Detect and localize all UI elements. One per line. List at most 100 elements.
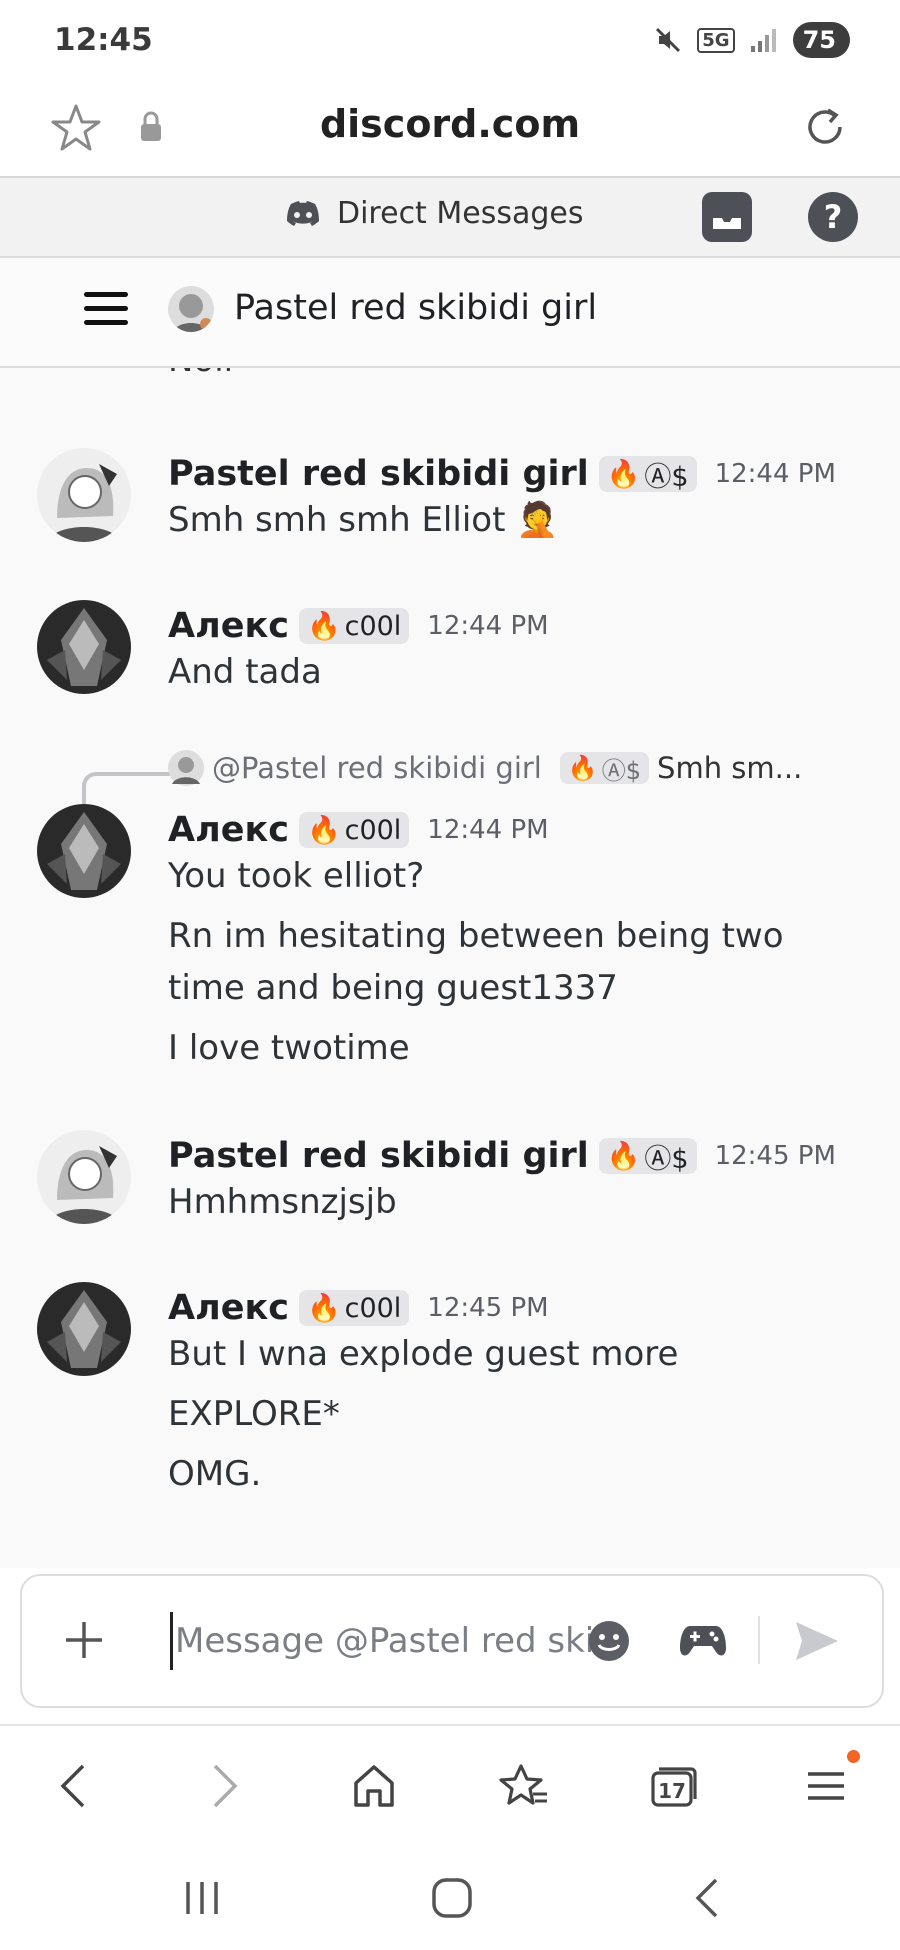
notification-dot [847, 1750, 860, 1763]
partial-message: Noli [168, 368, 233, 380]
badge-text: Ⓐ$ [644, 461, 689, 493]
avatar[interactable] [37, 804, 131, 898]
forward-button[interactable] [196, 1756, 256, 1816]
timestamp: 12:45 PM [427, 1293, 549, 1323]
browser-url-bar: discord.com [0, 80, 900, 178]
inbox-button[interactable] [702, 192, 752, 242]
role-badge[interactable]: 🔥 c00l [298, 1290, 410, 1326]
menu-icon[interactable] [84, 292, 128, 334]
badge-text: c00l [344, 1292, 402, 1324]
home-system-icon[interactable] [430, 1876, 474, 1920]
message-input[interactable] [170, 1612, 597, 1670]
timestamp: 12:44 PM [427, 611, 549, 641]
timestamp: 12:45 PM [714, 1141, 836, 1171]
back-button[interactable] [42, 1756, 102, 1816]
fire-icon: 🔥 [567, 754, 598, 782]
add-attachment-icon[interactable] [62, 1618, 106, 1662]
channel-name: Pastel red skibidi girl [234, 288, 598, 328]
reply-text: Smh sm... [657, 751, 803, 785]
url-text[interactable]: discord.com [0, 102, 900, 146]
avatar[interactable] [37, 448, 131, 542]
badge-text: Ⓐ$ [601, 756, 642, 785]
send-icon[interactable] [794, 1620, 840, 1662]
badge-text: c00l [344, 814, 402, 846]
status-bar: 12:45 5G 75 [0, 0, 900, 80]
badge-text: c00l [344, 610, 402, 642]
gamepad-icon[interactable] [680, 1620, 726, 1660]
message-text: Hmhmsnzjsjb [168, 1182, 397, 1222]
message-text: You took elliot? [168, 856, 425, 896]
message-author[interactable]: Pastel red skibidi girl [168, 454, 589, 494]
role-badge[interactable]: 🔥 Ⓐ$ [598, 456, 697, 493]
recent-apps-icon[interactable] [182, 1878, 222, 1918]
timestamp: 12:44 PM [427, 815, 549, 845]
message: Алекс 🔥 c00l 12:45 PM But I wna explode g… [168, 1288, 678, 1500]
timestamp: 12:44 PM [714, 459, 836, 489]
avatar[interactable] [37, 600, 131, 694]
fire-icon: 🔥 [606, 459, 641, 490]
battery-level: 75 [802, 26, 836, 54]
message-text: I love twotime [168, 1028, 410, 1068]
message: Pastel red skibidi girl 🔥 Ⓐ$ 12:45 PM Hmh… [168, 1136, 836, 1228]
menu-button[interactable] [796, 1750, 860, 1816]
help-icon: ? [823, 198, 843, 236]
message: Pastel red skibidi girl 🔥 Ⓐ$ 12:44 PM Smh… [168, 454, 836, 546]
message-author[interactable]: Алекс [168, 606, 289, 646]
avatar[interactable] [37, 1130, 131, 1224]
reply-connector [82, 772, 176, 804]
reply-avatar-icon [168, 750, 204, 786]
message-author[interactable]: Алекс [168, 1288, 289, 1328]
emoji-icon[interactable] [588, 1620, 630, 1662]
message-list[interactable]: Noli Pastel red skibidi girl 🔥Ⓐ$ 12:44 P… [0, 368, 900, 1568]
reply-preview[interactable]: @Pastel red skibidi girl 🔥 Ⓐ$ Smh sm... [168, 750, 802, 786]
mute-icon [656, 27, 681, 53]
inbox-icon [713, 218, 741, 229]
chevron-right-icon [213, 1764, 238, 1808]
system-nav-bar [0, 1848, 900, 1950]
message-author[interactable]: Алекс [168, 810, 289, 850]
tab-count: 17 [658, 1779, 686, 1803]
message-text: Rn im hesitating between being two [168, 916, 784, 956]
message-author[interactable]: Pastel red skibidi girl [168, 1136, 589, 1176]
home-icon [354, 1765, 394, 1807]
message-composer [20, 1574, 884, 1708]
dm-header: Direct Messages ? [0, 178, 900, 258]
help-button[interactable]: ? [808, 192, 858, 242]
battery-icon: 75 [792, 22, 850, 58]
status-icons: 5G 75 [653, 22, 850, 58]
channel-avatar[interactable] [168, 286, 214, 332]
tabs-button[interactable]: 17 [644, 1756, 704, 1816]
reload-icon[interactable] [800, 102, 850, 152]
fire-icon: 🔥 [306, 611, 341, 642]
badge-text: Ⓐ$ [644, 1143, 689, 1175]
discord-logo-icon [287, 200, 319, 226]
message: Алекс 🔥 c00l 12:44 PM You took elliot? Rn… [168, 810, 784, 1074]
home-button[interactable] [344, 1756, 404, 1816]
reply-badge: 🔥 Ⓐ$ [559, 752, 650, 785]
status-time: 12:45 [54, 22, 153, 58]
back-system-icon[interactable] [690, 1876, 722, 1920]
network-label: 5G [697, 27, 735, 53]
dm-title-text: Direct Messages [337, 196, 584, 231]
fire-icon: 🔥 [306, 815, 341, 846]
channel-header: Pastel red skibidi girl [0, 258, 900, 368]
message-text: OMG. [168, 1454, 262, 1494]
fire-icon: 🔥 [606, 1141, 641, 1172]
chevron-left-icon [60, 1764, 85, 1808]
message: Алекс 🔥 c00l 12:44 PM And tada [168, 606, 549, 698]
message-text: time and being guest1337 [168, 968, 618, 1008]
role-badge[interactable]: 🔥 Ⓐ$ [598, 1138, 697, 1175]
fire-icon: 🔥 [306, 1293, 341, 1324]
dm-title[interactable]: Direct Messages [285, 196, 583, 231]
avatar[interactable] [37, 1282, 131, 1376]
message-text: EXPLORE* [168, 1394, 340, 1434]
message-text: And tada [168, 652, 322, 692]
role-badge[interactable]: 🔥 c00l [298, 812, 410, 848]
message-text: But I wna explode guest more [168, 1334, 679, 1374]
signal-icon [750, 29, 776, 52]
role-badge[interactable]: 🔥 c00l [298, 608, 410, 644]
star-list-icon [499, 1764, 547, 1805]
reply-author: @Pastel red skibidi girl [212, 751, 542, 785]
message-text: Smh smh smh Elliot 🤦 [168, 500, 559, 540]
bookmarks-button[interactable] [494, 1756, 554, 1816]
